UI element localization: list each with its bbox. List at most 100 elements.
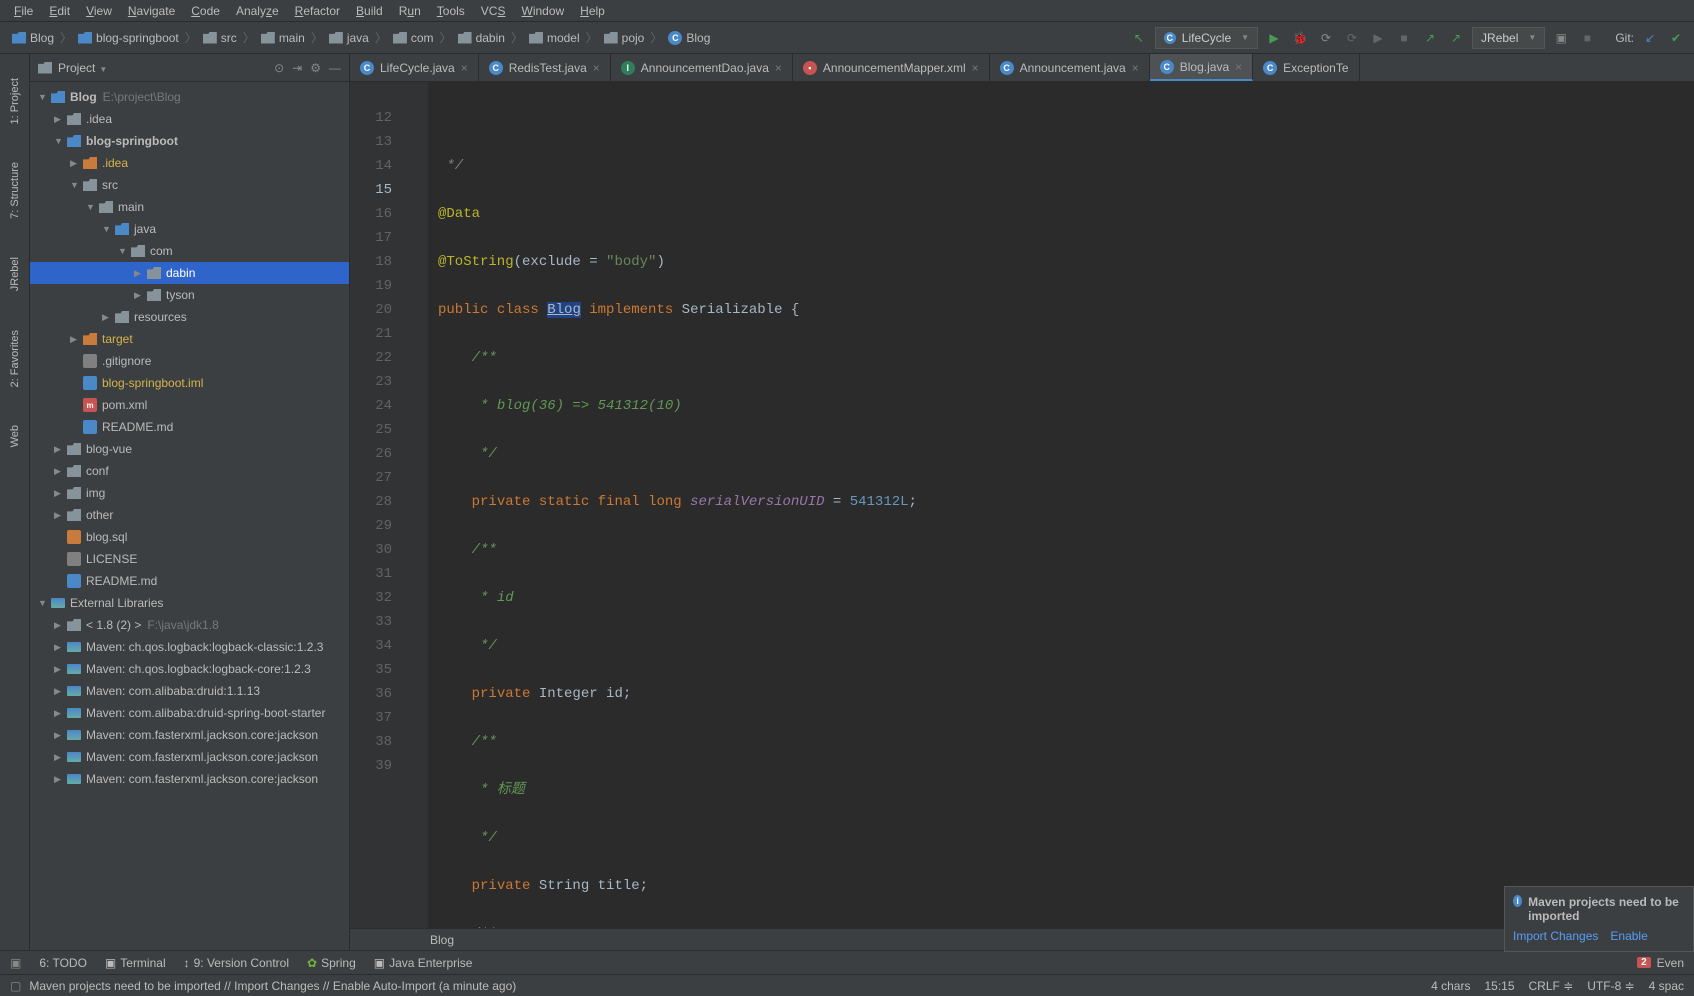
event-log-label[interactable]: Even xyxy=(1657,956,1684,970)
tree-license[interactable]: LICENSE xyxy=(30,548,349,570)
menu-help[interactable]: Help xyxy=(572,2,613,20)
tool-terminal[interactable]: ▣Terminal xyxy=(105,956,166,970)
tree-gitignore[interactable]: .gitignore xyxy=(30,350,349,372)
breadcrumb-main[interactable]: main xyxy=(257,29,309,47)
hide-icon[interactable]: — xyxy=(329,61,341,75)
project-tree[interactable]: ▼BlogE:\project\Blog ▶.idea ▼blog-spring… xyxy=(30,82,349,950)
close-icon[interactable]: × xyxy=(1235,60,1242,74)
tool-todo[interactable]: 6: TODO xyxy=(39,956,87,970)
tree-readme2[interactable]: README.md xyxy=(30,570,349,592)
run-configuration-right[interactable]: JRebel xyxy=(1472,27,1545,49)
tab-announcementmapper[interactable]: ▪AnnouncementMapper.xml× xyxy=(793,54,990,81)
run-icon[interactable]: ▶ xyxy=(1264,28,1284,48)
tab-redistest[interactable]: CRedisTest.java× xyxy=(479,54,611,81)
fold-gutter[interactable] xyxy=(410,82,428,928)
menu-file[interactable]: File xyxy=(6,2,41,20)
close-icon[interactable]: × xyxy=(461,61,468,75)
tree-img[interactable]: ▶img xyxy=(30,482,349,504)
status-encoding[interactable]: UTF-8 ≑ xyxy=(1587,979,1634,993)
profile-icon[interactable]: ⟳ xyxy=(1342,28,1362,48)
collapse-icon[interactable]: ⇥ xyxy=(292,61,302,75)
panel-title[interactable]: Project xyxy=(58,61,107,75)
tree-com[interactable]: ▼com xyxy=(30,240,349,262)
tree-dabin[interactable]: ▶dabin xyxy=(30,262,349,284)
breadcrumb-dabin[interactable]: dabin xyxy=(454,29,509,47)
tool-window-toggle-icon[interactable]: ▣ xyxy=(10,956,21,970)
tree-maven2[interactable]: ▶Maven: ch.qos.logback:logback-core:1.2.… xyxy=(30,658,349,680)
breadcrumb-java[interactable]: java xyxy=(325,29,373,47)
jrebel-icon-1[interactable]: ↗ xyxy=(1420,28,1440,48)
tree-resources[interactable]: ▶resources xyxy=(30,306,349,328)
tree-idea2[interactable]: ▶.idea xyxy=(30,152,349,174)
tree-java[interactable]: ▼java xyxy=(30,218,349,240)
event-log-badge[interactable]: 2 xyxy=(1637,957,1651,968)
tree-iml[interactable]: blog-springboot.iml xyxy=(30,372,349,394)
hammer-icon[interactable]: ↖ xyxy=(1129,28,1149,48)
breadcrumb-com[interactable]: com xyxy=(389,29,438,47)
tree-readme1[interactable]: README.md xyxy=(30,416,349,438)
breadcrumb-springboot[interactable]: blog-springboot xyxy=(74,29,183,47)
tree-src[interactable]: ▼src xyxy=(30,174,349,196)
jrebel-icon-2[interactable]: ↗ xyxy=(1446,28,1466,48)
tree-maven7[interactable]: ▶Maven: com.fasterxml.jackson.core:jacks… xyxy=(30,768,349,790)
tree-main[interactable]: ▼main xyxy=(30,196,349,218)
close-icon[interactable]: × xyxy=(775,61,782,75)
coverage-icon[interactable]: ⟳ xyxy=(1316,28,1336,48)
tab-exceptionte[interactable]: CExceptionTe xyxy=(1253,54,1359,81)
tree-maven5[interactable]: ▶Maven: com.fasterxml.jackson.core:jacks… xyxy=(30,724,349,746)
editor-breadcrumb[interactable]: Blog xyxy=(350,928,1694,950)
tree-other[interactable]: ▶other xyxy=(30,504,349,526)
gutter-project[interactable]: 1: Project xyxy=(9,74,21,128)
stop-icon[interactable]: ■ xyxy=(1394,28,1414,48)
tool-spring[interactable]: ✿Spring xyxy=(307,956,356,970)
breadcrumb-src[interactable]: src xyxy=(199,29,241,47)
tree-extlib[interactable]: ▼External Libraries xyxy=(30,592,349,614)
tool-java-enterprise[interactable]: ▣Java Enterprise xyxy=(374,956,473,970)
menu-run[interactable]: Run xyxy=(391,2,429,20)
tree-springboot[interactable]: ▼blog-springboot xyxy=(30,130,349,152)
menu-window[interactable]: Window xyxy=(513,2,572,20)
menu-code[interactable]: Code xyxy=(183,2,228,20)
menu-navigate[interactable]: Navigate xyxy=(120,2,183,20)
menu-refactor[interactable]: Refactor xyxy=(287,2,348,20)
close-icon[interactable]: × xyxy=(1132,61,1139,75)
tree-blogvue[interactable]: ▶blog-vue xyxy=(30,438,349,460)
status-indent[interactable]: 4 spac xyxy=(1649,979,1684,993)
tree-maven1[interactable]: ▶Maven: ch.qos.logback:logback-classic:1… xyxy=(30,636,349,658)
tree-maven6[interactable]: ▶Maven: com.fasterxml.jackson.core:jacks… xyxy=(30,746,349,768)
tree-blogsql[interactable]: blog.sql xyxy=(30,526,349,548)
breadcrumb-class[interactable]: CBlog xyxy=(664,29,714,47)
code-content[interactable]: */ @Data @ToString(exclude = "body") pub… xyxy=(428,82,1694,928)
toolbar-btn-2[interactable]: ▣ xyxy=(1551,28,1571,48)
breadcrumb-model[interactable]: model xyxy=(525,29,584,47)
status-caret[interactable]: 15:15 xyxy=(1484,979,1514,993)
tree-maven4[interactable]: ▶Maven: com.alibaba:druid-spring-boot-st… xyxy=(30,702,349,724)
gutter-web[interactable]: Web xyxy=(9,421,21,451)
status-eol[interactable]: CRLF ≑ xyxy=(1529,979,1574,993)
menu-tools[interactable]: Tools xyxy=(429,2,473,20)
import-changes-link[interactable]: Import Changes xyxy=(1513,929,1598,943)
tree-tyson[interactable]: ▶tyson xyxy=(30,284,349,306)
tree-idea[interactable]: ▶.idea xyxy=(30,108,349,130)
status-icon[interactable]: ▢ xyxy=(10,979,21,993)
tree-jdk[interactable]: ▶< 1.8 (2) >F:\java\jdk1.8 xyxy=(30,614,349,636)
tab-announcement[interactable]: CAnnouncement.java× xyxy=(990,54,1150,81)
menu-vcs[interactable]: VCS xyxy=(473,2,514,20)
locate-icon[interactable]: ⊙ xyxy=(274,61,284,75)
tree-root[interactable]: ▼BlogE:\project\Blog xyxy=(30,86,349,108)
code-editor[interactable]: 121314 15 16171819 20212223 24252627 282… xyxy=(350,82,1694,928)
menu-edit[interactable]: Edit xyxy=(41,2,78,20)
run-configuration-left[interactable]: CLifeCycle xyxy=(1155,27,1258,49)
breadcrumb-pojo[interactable]: pojo xyxy=(600,29,649,47)
gutter-favorites[interactable]: 2: Favorites xyxy=(9,326,21,391)
tab-lifecycle[interactable]: CLifeCycle.java× xyxy=(350,54,479,81)
debug-icon[interactable]: 🐞 xyxy=(1290,28,1310,48)
enable-auto-import-link[interactable]: Enable xyxy=(1610,929,1647,943)
tree-pom[interactable]: mpom.xml xyxy=(30,394,349,416)
tab-announcementdao[interactable]: IAnnouncementDao.java× xyxy=(611,54,793,81)
menu-build[interactable]: Build xyxy=(348,2,391,20)
menu-view[interactable]: View xyxy=(78,2,120,20)
tree-target[interactable]: ▶target xyxy=(30,328,349,350)
gutter-structure[interactable]: 7: Structure xyxy=(9,158,21,223)
breadcrumb-blog[interactable]: Blog xyxy=(8,29,58,47)
